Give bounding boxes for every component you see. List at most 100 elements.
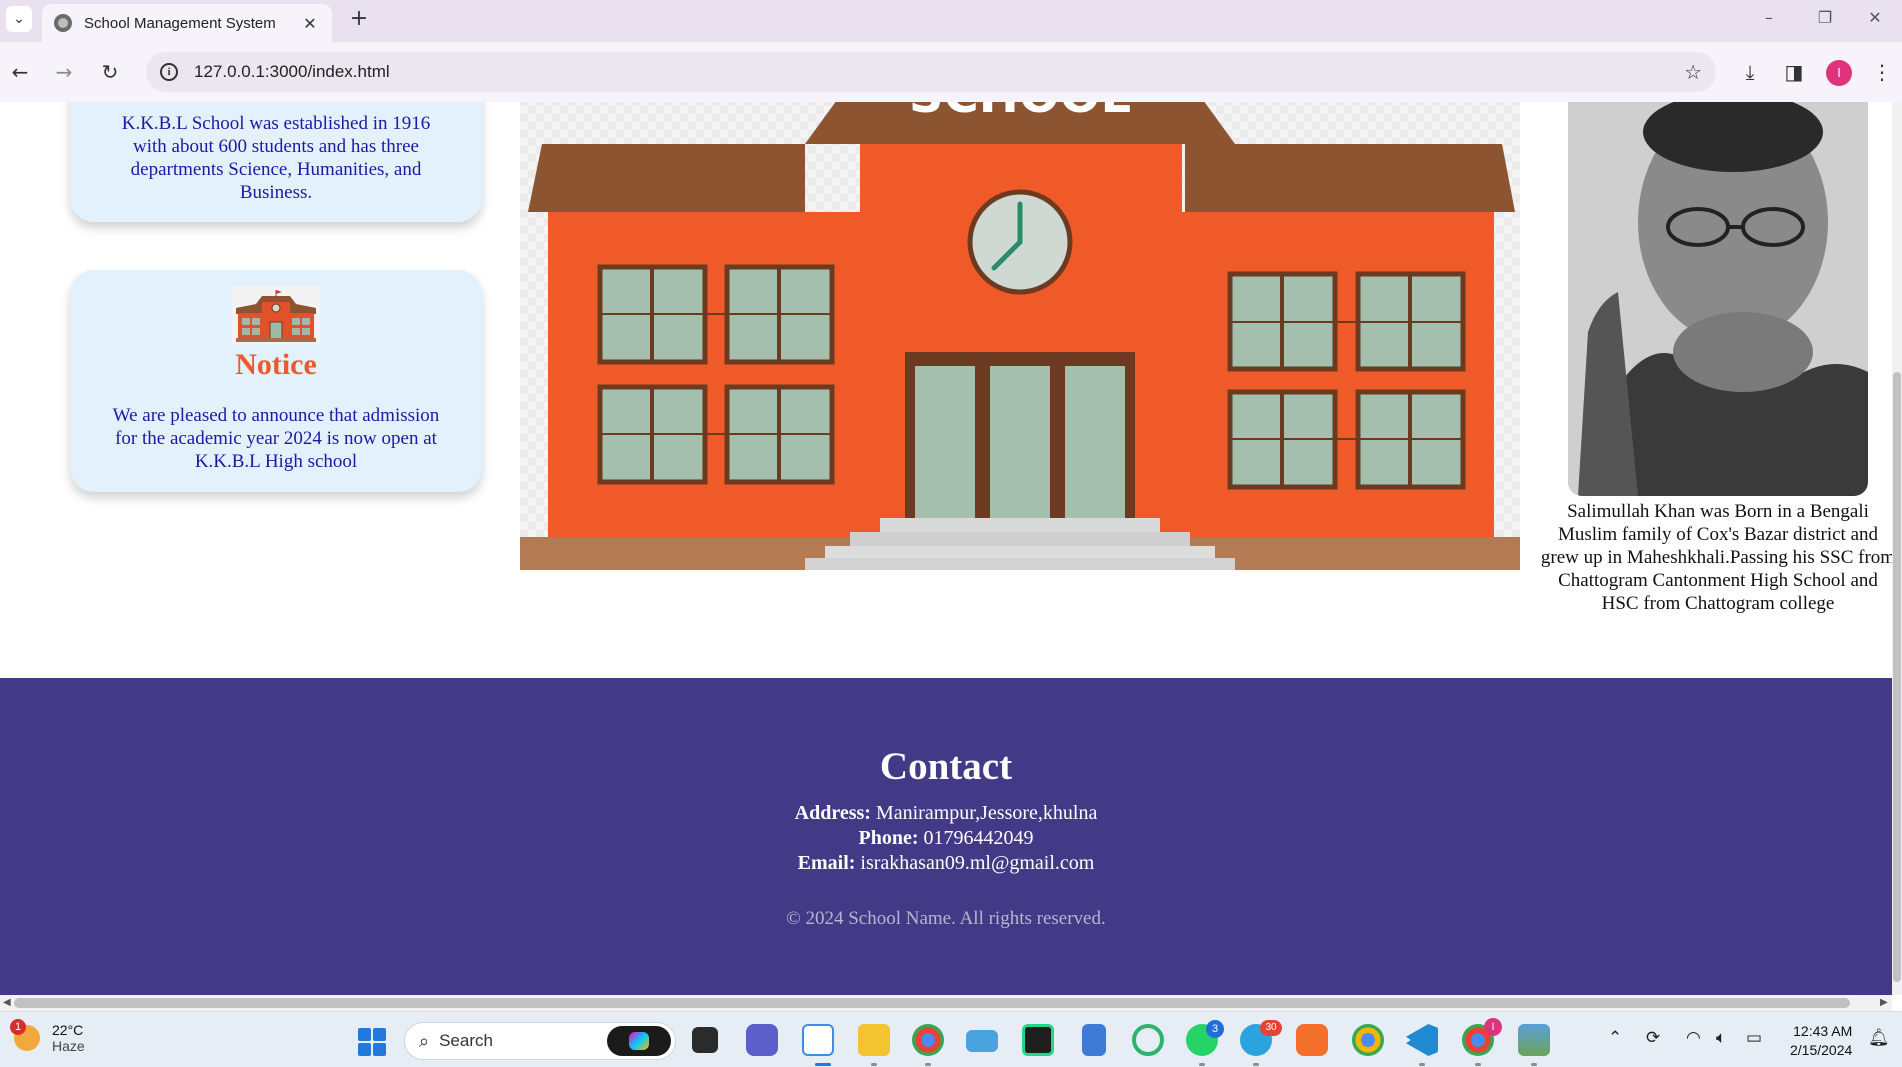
- sync-icon[interactable]: ⟳: [1646, 1028, 1660, 1048]
- side-panel-icon[interactable]: ◨: [1778, 56, 1810, 88]
- weather-widget[interactable]: 1 22°C Haze: [10, 1019, 85, 1054]
- notice-title: Notice: [235, 348, 317, 381]
- address-value: Manirampur,Jessore,khulna: [870, 802, 1098, 824]
- phone-value: 01796442049: [918, 827, 1034, 849]
- clock[interactable]: 12:43 AM 2/15/2024: [1790, 1022, 1852, 1060]
- restore-button[interactable]: ❐: [1802, 4, 1848, 32]
- bio-line: HSC from Chattogram college: [1601, 593, 1835, 614]
- address-bar[interactable]: i 127.0.0.1:3000/index.html ☆: [146, 52, 1716, 92]
- horizontal-scrollbar[interactable]: ◀ ▶: [0, 995, 1892, 1011]
- bio-line: Chattogram Cantonment High School and: [1558, 570, 1878, 591]
- volume-icon[interactable]: 🔈︎: [1716, 1028, 1726, 1048]
- bookmark-star-icon[interactable]: ☆: [1684, 60, 1702, 84]
- weather-badge: 1: [10, 1019, 26, 1035]
- globe-icon: [54, 14, 72, 32]
- weather-icon: 1: [10, 1019, 40, 1051]
- app-indicator: [1199, 1063, 1205, 1066]
- headmaster-photo: [1568, 102, 1868, 496]
- about-card: K.K.B.L School was established in 1916 w…: [70, 102, 482, 222]
- chrome-profile-badge: I: [1484, 1018, 1502, 1036]
- task-view-icon[interactable]: [692, 1027, 718, 1053]
- phone-line: Phone: 01796442049: [0, 827, 1892, 850]
- browser-toolbar: ← → ↻ i 127.0.0.1:3000/index.html ☆ ⤓ ◨ …: [0, 42, 1902, 102]
- app-indicator: [1419, 1063, 1425, 1066]
- about-text: K.K.B.L School was established in 1916 w…: [121, 113, 431, 203]
- address-label: Address:: [794, 802, 871, 824]
- chevron-up-icon[interactable]: ⌃: [1608, 1028, 1622, 1048]
- school-sign-text: SCHOOL: [909, 102, 1131, 124]
- notepad-icon[interactable]: [1082, 1024, 1106, 1056]
- weather-desc: Haze: [52, 1038, 85, 1054]
- download-icon[interactable]: ⤓: [1734, 56, 1766, 88]
- teams-meet-icon[interactable]: [746, 1024, 778, 1056]
- search-label: Search: [439, 1031, 493, 1050]
- reload-button[interactable]: ↻: [94, 56, 126, 88]
- remote-desktop-icon[interactable]: [966, 1030, 998, 1052]
- chrome-icon[interactable]: [912, 1024, 944, 1056]
- bio-line: Muslim family of Cox's Bazar district an…: [1557, 524, 1879, 545]
- vscode-icon[interactable]: [1406, 1024, 1438, 1056]
- xampp-icon[interactable]: [1296, 1024, 1328, 1056]
- photos-icon[interactable]: [1518, 1024, 1550, 1056]
- close-icon[interactable]: ✕: [300, 14, 320, 33]
- wifi-icon[interactable]: ◠: [1686, 1028, 1701, 1048]
- forward-button[interactable]: →: [48, 56, 80, 88]
- email-value: israkhasan09.ml@gmail.com: [855, 852, 1095, 874]
- headmaster-bio: Salimullah Khan was Born in a Bengali Mu…: [1528, 500, 1892, 615]
- notice-text: We are pleased to announce that admissio…: [112, 405, 440, 472]
- scroll-thumb[interactable]: [14, 998, 1850, 1008]
- url-text[interactable]: 127.0.0.1:3000/index.html: [194, 62, 390, 82]
- profile-avatar[interactable]: I: [1826, 60, 1852, 86]
- email-line: Email: israkhasan09.ml@gmail.com: [0, 852, 1892, 875]
- app-indicator: [925, 1063, 931, 1066]
- search-icon: ⌕: [419, 1030, 430, 1051]
- chevron-down-icon: ⌄: [13, 11, 25, 27]
- scroll-thumb[interactable]: [1893, 372, 1901, 982]
- browser-tabstrip: ⌄ School Management System ✕ + – ❐ ✕: [0, 0, 1902, 42]
- contact-footer: Contact Address: Manirampur,Jessore,khul…: [0, 678, 1892, 995]
- file-explorer-icon[interactable]: [858, 1024, 890, 1056]
- app-indicator: [871, 1063, 877, 1066]
- tab-search-button[interactable]: ⌄: [6, 6, 32, 32]
- close-window-button[interactable]: ✕: [1852, 4, 1898, 32]
- phone-label: Phone:: [858, 827, 919, 849]
- battery-icon[interactable]: ▭: [1746, 1028, 1762, 1048]
- whatsapp-badge: 3: [1206, 1020, 1224, 1038]
- copilot-icon[interactable]: [607, 1026, 671, 1056]
- school-building-icon: [232, 286, 320, 344]
- taskbar-search[interactable]: ⌕ Search: [404, 1022, 676, 1060]
- active-app-indicator: [815, 1063, 831, 1066]
- app-indicator: [1253, 1063, 1259, 1066]
- chrome-profile-icon[interactable]: [1352, 1024, 1384, 1056]
- minimize-button[interactable]: –: [1746, 4, 1792, 32]
- more-menu-icon[interactable]: ⋮: [1870, 56, 1894, 88]
- telegram-badge: 30: [1260, 1020, 1282, 1036]
- app-indicator: [1475, 1063, 1481, 1066]
- snipping-tool-icon[interactable]: [802, 1024, 834, 1056]
- tab-title: School Management System: [84, 14, 276, 32]
- bio-line: grew up in Maheshkhali.Passing his SSC f…: [1540, 547, 1892, 568]
- back-button[interactable]: ←: [4, 56, 36, 88]
- app-indicator: [1531, 1063, 1537, 1066]
- page-viewport: K.K.B.L School was established in 1916 w…: [0, 102, 1892, 995]
- notice-card: Notice We are pleased to announce that a…: [70, 270, 482, 492]
- bio-line: Salimullah Khan was Born in a Bengali: [1567, 501, 1869, 522]
- browser-tab-active[interactable]: School Management System ✕: [42, 4, 332, 42]
- school-building-image: SCHOOL: [520, 102, 1520, 570]
- weather-temp: 22°C: [52, 1022, 84, 1038]
- windows-start-icon[interactable]: [358, 1028, 386, 1056]
- vertical-scrollbar[interactable]: [1892, 102, 1902, 995]
- address-line: Address: Manirampur,Jessore,khulna: [0, 802, 1892, 825]
- scroll-right-icon[interactable]: ▶: [1880, 995, 1888, 1011]
- notification-bell-icon[interactable]: 🔔︎: [1868, 1028, 1890, 1048]
- refresh-app-icon[interactable]: [1132, 1024, 1164, 1056]
- new-tab-button[interactable]: +: [346, 6, 372, 32]
- taskbar: 1 22°C Haze ⌕ Search 3 30 I ⌃ ⟳ ◠ 🔈︎ ▭ 1…: [0, 1011, 1902, 1067]
- contact-heading: Contact: [879, 745, 1013, 788]
- time-text: 12:43 AM: [1793, 1023, 1853, 1039]
- info-icon[interactable]: i: [160, 63, 178, 81]
- pycharm-icon[interactable]: [1022, 1024, 1054, 1056]
- copyright-text: © 2024 School Name. All rights reserved.: [786, 908, 1106, 929]
- date-text: 2/15/2024: [1790, 1042, 1853, 1058]
- scroll-left-icon[interactable]: ◀: [3, 995, 11, 1011]
